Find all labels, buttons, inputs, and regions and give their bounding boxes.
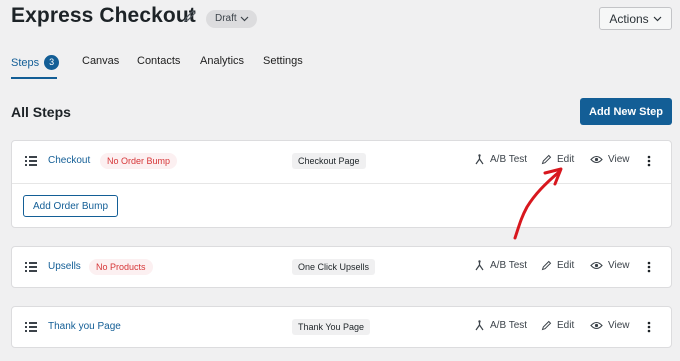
eye-icon [590, 321, 603, 330]
active-tab-indicator [11, 77, 57, 79]
tab-settings[interactable]: Settings [263, 55, 303, 67]
tab-bar: Steps 3 Canvas Contacts Analytics Setting… [0, 42, 680, 82]
eye-icon [590, 155, 603, 164]
status-badge-label: Draft [215, 13, 237, 24]
pencil-icon [541, 320, 552, 331]
warning-badge: No Order Bump [100, 153, 178, 169]
step-type-badge: Thank You Page [292, 319, 371, 335]
step-row: Upsells No Products One Click Upsells A/… [12, 247, 671, 289]
ab-test-button[interactable]: A/B Test [474, 320, 527, 331]
warning-badge: No Products [89, 259, 153, 275]
tab-canvas[interactable]: Canvas [82, 55, 119, 67]
ab-test-button[interactable]: A/B Test [474, 260, 527, 271]
kebab-menu-icon[interactable] [647, 321, 651, 333]
tab-analytics[interactable]: Analytics [200, 55, 244, 67]
view-button[interactable]: View [590, 320, 630, 331]
view-label: View [608, 260, 630, 271]
step-type-badge: One Click Upsells [292, 259, 376, 275]
add-new-step-button[interactable]: Add New Step [580, 98, 672, 125]
ab-test-icon [475, 260, 484, 271]
tab-steps-label: Steps [11, 57, 40, 69]
ab-test-icon [475, 154, 484, 165]
view-label: View [608, 154, 630, 165]
edit-label: Edit [557, 260, 575, 271]
actions-label: Actions [609, 11, 649, 26]
tab-steps[interactable]: Steps 3 [11, 55, 60, 70]
tab-contacts[interactable]: Contacts [137, 55, 180, 67]
edit-button[interactable]: Edit [541, 260, 574, 271]
view-button[interactable]: View [590, 154, 630, 165]
edit-button[interactable]: Edit [541, 320, 574, 331]
page-title: Express Checkout [11, 4, 196, 27]
edit-label: Edit [557, 320, 575, 331]
view-button[interactable]: View [590, 260, 630, 271]
kebab-menu-icon[interactable] [647, 261, 651, 273]
step-name[interactable]: Upsells [48, 261, 81, 272]
step-card-upsells: Upsells No Products One Click Upsells A/… [11, 246, 672, 288]
ab-test-label: A/B Test [490, 320, 528, 331]
pencil-icon[interactable] [183, 9, 197, 23]
chevron-down-icon [653, 16, 662, 21]
tab-steps-count: 3 [44, 55, 60, 70]
drag-handle-icon[interactable] [25, 322, 37, 332]
step-type-badge: Checkout Page [292, 153, 366, 169]
eye-icon [590, 261, 603, 270]
kebab-menu-icon[interactable] [647, 155, 651, 167]
add-order-bump-button[interactable]: Add Order Bump [23, 195, 118, 217]
step-name[interactable]: Thank you Page [48, 321, 121, 332]
step-row: Thank you Page Thank You Page A/B Test E… [12, 307, 671, 349]
step-name[interactable]: Checkout [48, 155, 90, 166]
ab-test-icon [475, 320, 484, 331]
page-header: Express Checkout Draft Actions [0, 0, 680, 42]
drag-handle-icon[interactable] [25, 156, 37, 166]
section-title: All Steps [11, 104, 71, 120]
status-badge[interactable]: Draft [206, 10, 257, 28]
chevron-down-icon [240, 16, 249, 22]
drag-handle-icon[interactable] [25, 262, 37, 272]
step-card-thank-you: Thank you Page Thank You Page A/B Test E… [11, 306, 672, 348]
ab-test-label: A/B Test [490, 260, 528, 271]
actions-dropdown-button[interactable]: Actions [599, 7, 672, 30]
annotation-arrow [513, 167, 563, 240]
view-label: View [608, 320, 630, 331]
pencil-icon [541, 260, 552, 271]
